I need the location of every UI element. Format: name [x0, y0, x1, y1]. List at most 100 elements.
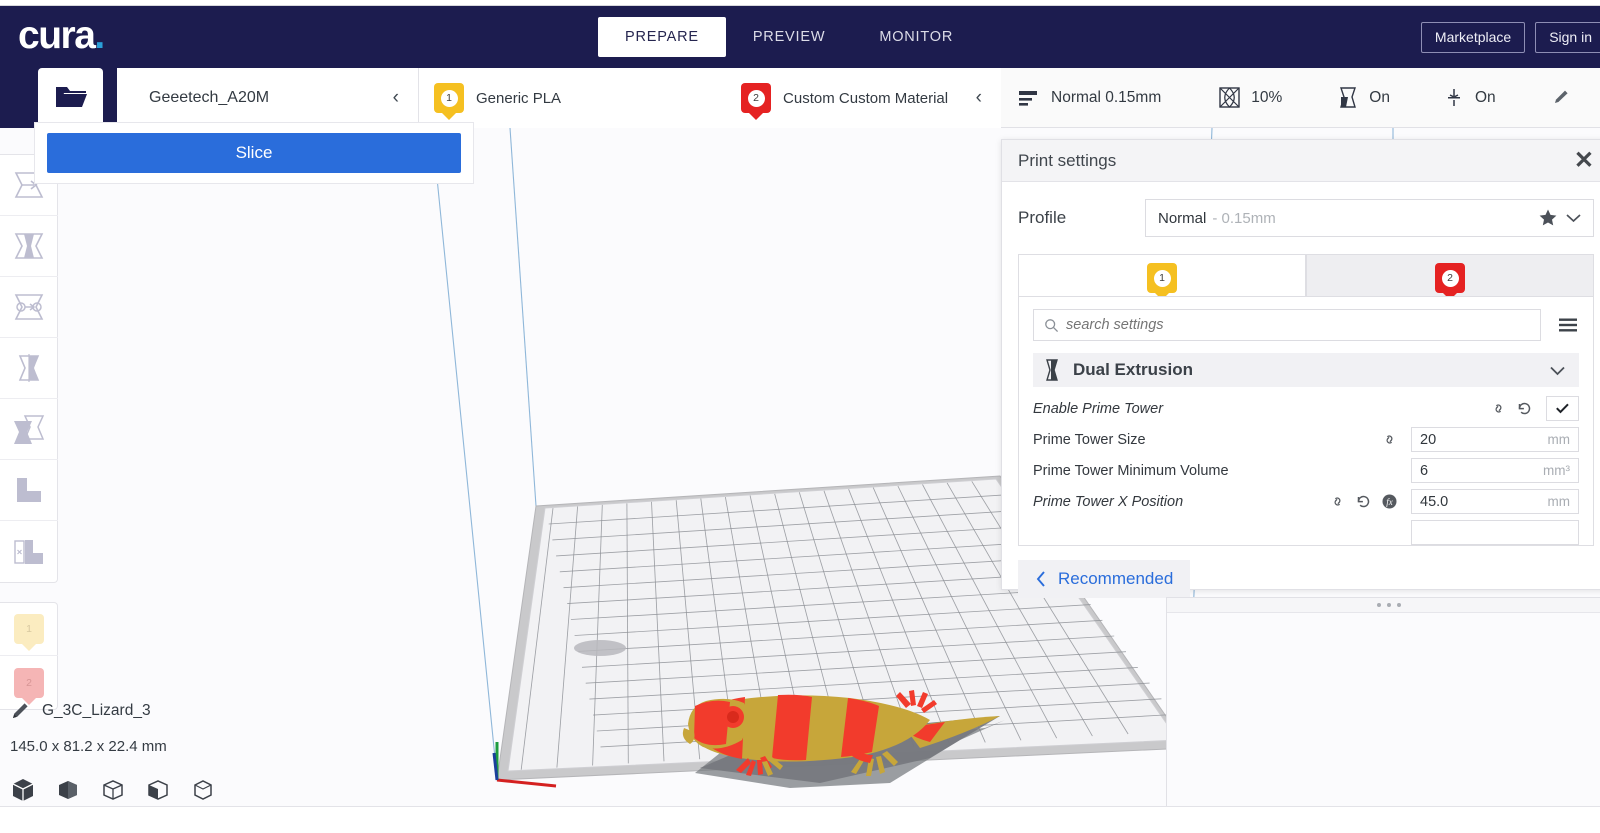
sign-in-button[interactable]: Sign in	[1535, 22, 1600, 53]
model-edit-pencil-icon[interactable]	[10, 700, 32, 722]
logo-wordmark: cura	[18, 14, 96, 57]
rotate-tool-button[interactable]	[0, 277, 58, 338]
setting-row-prime-tower-min-volume[interactable]: Prime Tower Minimum Volume 6 mm³	[1033, 455, 1579, 486]
support-eraser-icon	[12, 538, 46, 566]
view-outline-cube-button[interactable]	[100, 777, 126, 803]
view-shaded-cube-button[interactable]	[55, 777, 81, 803]
per-model-settings-tool-button[interactable]	[0, 399, 58, 460]
input-prime-tower-x-position[interactable]: 45.0 mm	[1411, 489, 1579, 514]
extruder-1-badge-icon: 1	[434, 83, 464, 113]
setting-label-enable-prime-tower: Enable Prime Tower	[1033, 400, 1164, 417]
machine-selector[interactable]: Geeetech_A20M ‹	[117, 68, 419, 128]
open-folder-icon	[54, 83, 88, 111]
summary-edit-button[interactable]	[1552, 88, 1571, 107]
hamburger-icon[interactable]	[1557, 316, 1579, 334]
category-chevron-down-icon[interactable]	[1548, 364, 1567, 377]
recommended-row: Recommended	[1002, 546, 1600, 598]
revert-icon[interactable]	[1355, 494, 1372, 509]
extruder-2-selector[interactable]: 2 Custom Custom Material	[741, 83, 948, 113]
row-icons-prime-tower-x-position: fx	[1329, 493, 1398, 510]
input-prime-tower-min-volume[interactable]: 6 mm³	[1411, 458, 1579, 483]
tab-prepare[interactable]: PREPARE	[598, 17, 726, 57]
mirror-tool-button[interactable]	[0, 338, 58, 399]
svg-text:fx: fx	[1386, 497, 1393, 507]
extruder-1-pale-badge-icon: 1	[14, 614, 44, 644]
revert-icon[interactable]	[1516, 401, 1533, 416]
setting-row-prime-tower-size[interactable]: Prime Tower Size 20 mm	[1033, 424, 1579, 455]
extruder-2-badge-icon: 2	[741, 83, 772, 113]
search-input[interactable]	[1066, 317, 1530, 333]
application-bar: cura. PREPARE PREVIEW MONITOR Marketplac…	[0, 6, 1600, 68]
extruder-1-number: 1	[440, 89, 458, 107]
star-icon[interactable]	[1538, 208, 1558, 228]
extruder-1-button[interactable]: 1	[0, 603, 58, 656]
extruder-1-material-name: Generic PLA	[476, 89, 562, 107]
chevron-left-icon	[1035, 570, 1047, 588]
model-name: G_3C_Lizard_3	[42, 702, 151, 719]
slice-button-container: Slice	[34, 122, 474, 184]
view-solid-cube-button[interactable]	[10, 777, 36, 803]
view-wire-cube-button[interactable]	[190, 777, 216, 803]
tab-preview[interactable]: PREVIEW	[726, 17, 852, 57]
material-chevron-icon: ‹	[975, 87, 982, 108]
unit-prime-tower-x-position: mm	[1547, 494, 1571, 509]
extruder-1-selector[interactable]: 1 Generic PLA	[434, 83, 561, 113]
extruder-settings-tabs: 1 2	[1002, 254, 1600, 296]
search-settings-box[interactable]	[1033, 309, 1541, 341]
extruder-tab-1-badge-icon: 1	[1147, 263, 1177, 293]
scale-tool-button[interactable]	[0, 216, 58, 277]
bottom-strip	[0, 806, 1600, 833]
summary-adhesion[interactable]: On	[1444, 87, 1496, 108]
checkbox-enable-prime-tower[interactable]	[1546, 396, 1579, 421]
extruder-1-pale-number: 1	[26, 623, 32, 635]
row-icons-enable-prime-tower	[1490, 401, 1533, 416]
extruder-tab-2[interactable]: 2	[1306, 254, 1594, 296]
summary-infill[interactable]: 10%	[1219, 87, 1282, 108]
summary-support[interactable]: On	[1338, 87, 1390, 108]
scale-icon	[12, 231, 46, 261]
print-settings-header: Print settings ✕	[1002, 140, 1600, 182]
support-eraser-tool-button[interactable]	[0, 521, 58, 582]
print-settings-summary-bar[interactable]: Normal 0.15mm 10% On On	[1001, 68, 1600, 128]
input-partial[interactable]	[1411, 520, 1579, 545]
extruder-tab-1[interactable]: 1	[1018, 254, 1306, 296]
close-icon[interactable]: ✕	[1574, 148, 1594, 174]
category-dual-extrusion[interactable]: Dual Extrusion	[1033, 353, 1579, 387]
chevron-down-icon[interactable]	[1565, 211, 1582, 225]
profile-dropdown[interactable]: Normal - 0.15mm	[1145, 199, 1594, 237]
extruder-2-material-name: Custom Custom Material	[783, 89, 949, 107]
value-prime-tower-x-position: 45.0	[1420, 493, 1449, 510]
summary-profile[interactable]: Normal 0.15mm	[1018, 89, 1161, 107]
recommended-mode-button[interactable]: Recommended	[1018, 560, 1191, 598]
link-icon[interactable]	[1329, 494, 1346, 509]
input-prime-tower-size[interactable]: 20 mm	[1411, 427, 1579, 452]
function-icon[interactable]: fx	[1381, 493, 1398, 510]
slice-button[interactable]: Slice	[47, 133, 461, 173]
extruder-2-number: 2	[747, 89, 765, 107]
profile-row: Profile Normal - 0.15mm	[1002, 182, 1600, 254]
link-icon[interactable]	[1490, 401, 1507, 416]
extruder-tab-2-badge-icon: 2	[1435, 263, 1465, 293]
support-blocker-tool-button[interactable]	[0, 460, 58, 521]
setting-row-enable-prime-tower[interactable]: Enable Prime Tower	[1033, 393, 1579, 424]
adhesion-icon	[1444, 87, 1464, 108]
mirror-icon	[12, 353, 46, 383]
layer-height-icon	[1018, 89, 1040, 107]
extruder-tab-1-number: 1	[1153, 269, 1171, 287]
tab-monitor[interactable]: MONITOR	[852, 17, 980, 57]
summary-adhesion-value: On	[1474, 88, 1496, 106]
link-icon[interactable]	[1381, 432, 1398, 447]
setting-row-partial[interactable]	[1033, 517, 1579, 545]
view-partial-cube-button[interactable]	[145, 777, 171, 803]
action-panel-grip[interactable]	[1167, 598, 1600, 613]
summary-profile-value: Normal 0.15mm	[1051, 88, 1162, 106]
search-row	[1019, 297, 1593, 351]
material-selector[interactable]: 1 Generic PLA 2 Custom Custom Material ‹	[419, 68, 1001, 128]
unit-prime-tower-size: mm	[1547, 432, 1571, 447]
extruder-selection-column: 1 2	[0, 602, 58, 710]
setting-row-prime-tower-x-position[interactable]: Prime Tower X Position fx 45.0 mm	[1033, 486, 1579, 517]
open-file-button[interactable]	[38, 68, 103, 125]
per-model-icon	[11, 414, 47, 444]
marketplace-button[interactable]: Marketplace	[1420, 22, 1526, 53]
extruder-tab-2-number: 2	[1441, 269, 1459, 287]
